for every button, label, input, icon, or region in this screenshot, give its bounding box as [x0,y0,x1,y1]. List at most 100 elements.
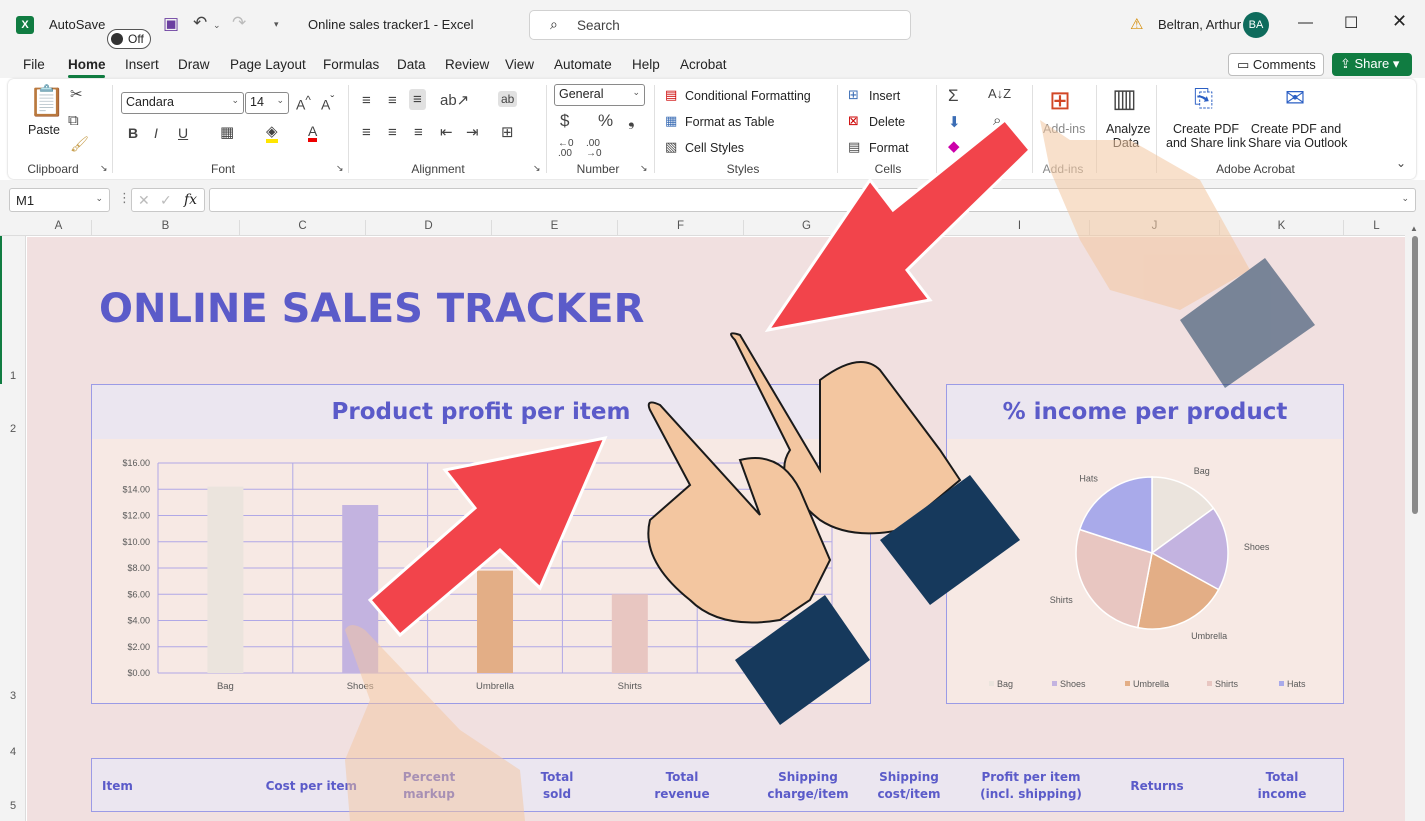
analyze-data-button[interactable]: Analyze Data [1106,122,1150,150]
tab-draw[interactable]: Draw [178,57,210,72]
analyze-data-icon[interactable]: ▥ [1112,85,1137,111]
user-name[interactable]: Beltran, Arthur [1158,17,1241,32]
tab-review[interactable]: Review [445,57,489,72]
find-select-icon[interactable]: ⌕ [993,113,1001,128]
clear-icon[interactable]: ◆ [948,139,960,154]
scrollbar-thumb[interactable] [1412,236,1418,514]
tab-formulas[interactable]: Formulas [323,57,379,72]
autosave-toggle[interactable]: Off [107,29,151,49]
tab-help[interactable]: Help [632,57,660,72]
th-total-income[interactable]: Total income [1237,769,1327,803]
align-middle-icon[interactable]: ≡ [388,93,397,108]
th-item[interactable]: Item [102,778,133,795]
th-cost-per-item[interactable]: Cost per item [252,778,357,795]
th-total-revenue[interactable]: Total revenue [637,769,727,803]
bar-shirts[interactable] [611,594,648,673]
more-icon[interactable]: ⋮ [118,190,131,206]
close-icon[interactable]: ✕ [1392,11,1407,32]
delete-cells-button[interactable]: Delete [869,115,905,129]
clipboard-launcher-icon[interactable]: ↘ [100,164,108,173]
align-left-icon[interactable]: ≡ [362,125,371,140]
th-returns[interactable]: Returns [1112,778,1202,795]
tab-automate[interactable]: Automate [554,57,612,72]
create-pdf-outlook-button[interactable]: Create PDF and Share via Outlook [1248,122,1347,150]
increase-font-icon[interactable]: A^ [296,95,311,112]
merge-center-icon[interactable]: ⊞ [501,125,514,140]
font-color-icon[interactable]: A [308,124,318,142]
create-pdf-link-icon[interactable]: ⎘ [1194,87,1213,111]
fill-icon[interactable]: ⬇ [948,115,961,130]
col-header-g[interactable]: G [744,220,870,236]
formula-input[interactable]: ⌄ [209,188,1416,212]
align-top-icon[interactable]: ≡ [362,93,371,108]
pie-chart-card[interactable]: % income per product Bag Shoes Umbrella Shi… [946,384,1344,704]
insert-cells-button[interactable]: Insert [869,89,900,103]
tab-acrobat[interactable]: Acrobat [680,57,727,72]
col-header-c[interactable]: C [240,220,366,236]
cancel-entry-icon[interactable]: ✕ [138,192,150,209]
format-as-table-button[interactable]: Format as Table [685,115,774,129]
comma-style-icon[interactable]: ❟ [628,112,635,129]
sort-filter-icon[interactable]: A↓Z [988,87,1011,100]
paste-icon[interactable]: 📋 [28,87,65,117]
row-header-3[interactable]: 3 [0,690,26,702]
conditional-formatting-button[interactable]: Conditional Formatting [685,89,811,103]
undo-dropdown-icon[interactable]: ⌄ [213,20,221,31]
insert-cells-icon[interactable]: ⊞ [848,88,859,101]
format-cells-button[interactable]: Format [869,141,909,155]
collapse-ribbon-icon[interactable]: ⌄ [1396,157,1406,169]
insert-function-icon[interactable]: fx [184,192,197,208]
autosum-icon[interactable]: Σ [948,87,959,104]
format-cells-icon[interactable]: ▤ [848,140,860,153]
comments-button[interactable]: ▭ Comments [1228,53,1324,76]
share-button[interactable]: ⇪ Share ▾ [1332,53,1412,76]
delete-cells-icon[interactable]: ⊠ [848,114,859,127]
decrease-font-icon[interactable]: Aˇ [321,95,334,112]
font-name-select[interactable]: Candara ⌄ [121,92,244,114]
bold-icon[interactable]: B [128,126,138,140]
cut-icon[interactable]: ✂ [70,87,83,102]
font-size-select[interactable]: 14 ⌄ [245,92,289,114]
col-header-j[interactable]: J [1090,220,1220,236]
decrease-decimal-icon[interactable]: .00 →0 [586,139,602,159]
conditional-formatting-icon[interactable]: ▤ [665,88,677,101]
bar-umbrella[interactable] [477,570,513,673]
tab-home[interactable]: Home [68,57,106,72]
save-icon[interactable]: ▣ [163,14,179,34]
scroll-up-icon[interactable]: ▲ [1410,224,1418,233]
percent-icon[interactable]: % [598,112,613,129]
tab-insert[interactable]: Insert [125,57,159,72]
warning-icon[interactable]: ⚠ [1130,15,1143,33]
enter-icon[interactable]: ✓ [160,192,172,209]
bar-chart-card[interactable]: Product profit per item $0.00 $2.00 $4.00 $… [91,384,871,704]
alignment-launcher-icon[interactable]: ↘ [533,164,541,173]
tab-file[interactable]: File [23,57,45,72]
increase-decimal-icon[interactable]: ←0.00 [558,139,574,159]
cell-styles-icon[interactable]: ▧ [665,140,677,153]
row-header-1[interactable]: 1 [0,370,26,382]
search-box[interactable]: ⌕ Search [529,10,911,40]
create-pdf-link-button[interactable]: Create PDF and Share link [1165,122,1247,150]
th-shipping-charge[interactable]: Shipping charge/item [758,769,858,803]
avatar[interactable]: BA [1243,12,1269,38]
redo-icon[interactable]: ↷ [232,13,246,33]
row-header-5[interactable]: 5 [0,800,26,812]
paste-button[interactable]: Paste [28,123,60,137]
align-center-icon[interactable]: ≡ [388,125,397,140]
col-header-e[interactable]: E [492,220,618,236]
th-profit-per-item[interactable]: Profit per item (incl. shipping) [966,769,1096,803]
tab-data[interactable]: Data [397,57,426,72]
bar-bag[interactable] [207,486,244,673]
vertical-scrollbar[interactable]: ▲ [1405,220,1425,821]
format-painter-icon[interactable]: 🖌 [70,137,89,152]
add-ins-icon[interactable]: ⊞ [1049,87,1071,113]
number-format-select[interactable]: General ⌄ [554,84,645,106]
wrap-text-icon[interactable]: ab [498,91,518,107]
name-box[interactable]: M1 ⌄ [9,188,110,212]
orientation-icon[interactable]: ab↗ [440,93,469,108]
increase-indent-icon[interactable]: ⇥ [466,125,479,140]
align-bottom-icon[interactable]: ≡ [409,89,426,110]
bar-shoes[interactable] [342,505,379,673]
create-pdf-outlook-icon[interactable]: ✉ [1285,87,1305,111]
copy-icon[interactable]: ⧉ [68,113,79,128]
